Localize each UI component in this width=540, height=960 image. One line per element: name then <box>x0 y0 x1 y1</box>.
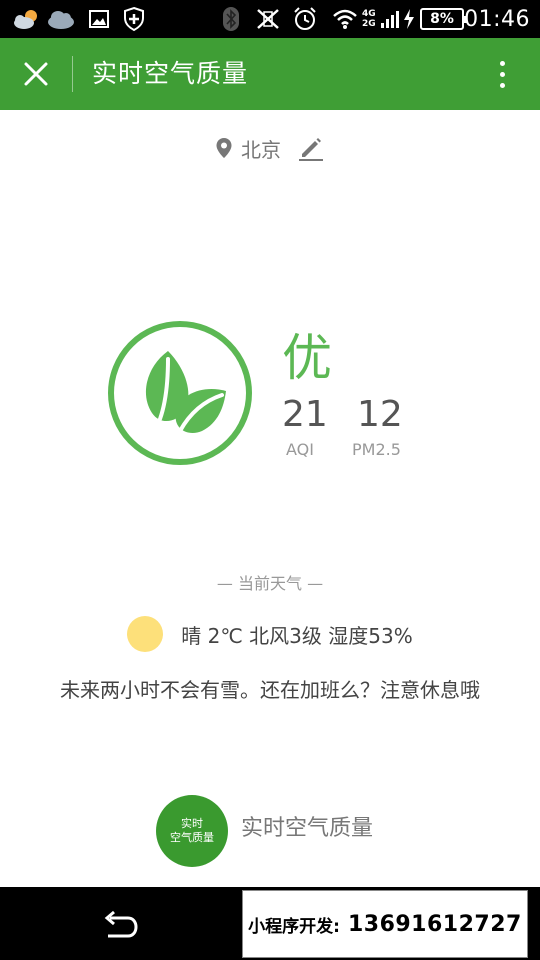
leaf-icon <box>138 347 228 447</box>
battery-indicator: 8% <box>420 0 467 38</box>
network-top-label: 4G <box>362 9 376 19</box>
brand-logo-line2: 空气质量 <box>170 831 214 844</box>
ad-banner: 小程序开发: 13691612727 <box>242 890 528 958</box>
aqi-value: 21 <box>282 394 328 435</box>
navigation-bar: 小程序开发: 13691612727 <box>0 887 540 960</box>
location-selector[interactable]: 北京 <box>0 128 540 168</box>
weather-forecast-message: 未来两小时不会有雪。还在加班么？注意休息哦 <box>60 678 480 702</box>
signal-icon <box>380 0 400 38</box>
network-type: 4G 2G <box>362 0 376 38</box>
pm25-value: 12 <box>357 394 403 435</box>
status-time: 01:46 <box>464 6 530 32</box>
aqi-level-text: 优 <box>282 329 332 387</box>
weather-section-title: — 当前天气 — <box>216 574 324 593</box>
weather-summary: 晴 2℃ 北风3级 湿度53% <box>181 623 413 648</box>
title-divider <box>72 56 73 92</box>
cloud-sun-icon <box>12 0 42 38</box>
location-city: 北京 <box>241 137 281 162</box>
sun-icon <box>127 616 164 652</box>
close-button[interactable] <box>12 50 60 98</box>
back-arrow-icon <box>104 910 138 938</box>
back-button[interactable] <box>92 903 148 947</box>
ad-label: 小程序开发: <box>248 916 340 937</box>
title-bar: 实时空气质量 <box>0 38 540 110</box>
ad-phone: 13691612727 <box>347 911 522 937</box>
more-vertical-icon <box>499 60 505 66</box>
page-title: 实时空气质量 <box>92 59 249 88</box>
status-bar: 4G 2G 8% 01:46 <box>0 0 540 38</box>
brand-logo[interactable]: 实时 空气质量 <box>156 795 228 867</box>
alarm-icon <box>292 0 318 38</box>
location-pin-icon <box>216 138 232 158</box>
shield-icon <box>122 0 146 38</box>
brand-logo-line1: 实时 <box>181 817 203 830</box>
aqi-label: AQI <box>286 440 314 459</box>
more-options-button[interactable] <box>480 52 524 96</box>
charging-icon <box>402 0 416 38</box>
close-icon <box>24 62 48 86</box>
vibrate-off-icon <box>254 0 282 38</box>
wifi-icon <box>332 0 358 38</box>
aqi-level-badge <box>108 321 252 465</box>
bluetooth-icon <box>222 0 240 38</box>
pm25-label: PM2.5 <box>352 440 401 459</box>
brand-name[interactable]: 实时空气质量 <box>241 812 373 846</box>
cloud-icon <box>46 0 76 38</box>
weather-summary-row: 晴 2℃ 北风3级 湿度53% <box>0 614 540 654</box>
network-bottom-label: 2G <box>362 19 376 29</box>
battery-level: 8% <box>430 11 454 27</box>
image-icon <box>88 0 110 38</box>
edit-pencil-icon[interactable] <box>297 134 325 162</box>
